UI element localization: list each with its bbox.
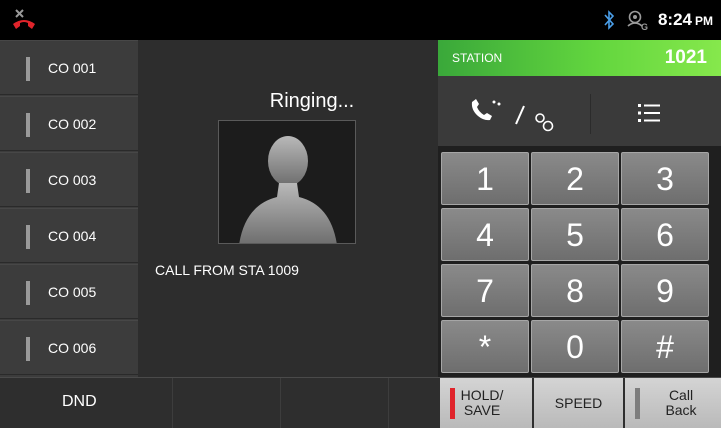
call-display: Ringing... CALL FROM STA 1009 bbox=[138, 40, 438, 377]
call-settings-button[interactable] bbox=[468, 96, 578, 132]
station-label: STATION bbox=[452, 51, 503, 65]
line-status-indicator bbox=[26, 225, 30, 249]
key-2[interactable]: 2 bbox=[531, 152, 619, 205]
co-line-label: CO 002 bbox=[48, 116, 97, 132]
speed-label: SPEED bbox=[554, 395, 603, 411]
co-line-item[interactable]: CO 003 bbox=[0, 152, 138, 207]
co-line-list: CO 001 CO 002 CO 003 CO 004 CO 005 CO 00… bbox=[0, 40, 138, 377]
key-hash[interactable]: # bbox=[621, 320, 709, 373]
station-number: 1021 bbox=[664, 47, 707, 68]
key-4[interactable]: 4 bbox=[441, 208, 529, 261]
line-status-indicator bbox=[26, 113, 30, 137]
speed-dial-button[interactable]: SPEED bbox=[534, 378, 623, 428]
person-silhouette-icon bbox=[239, 136, 337, 243]
clock-ampm: PM bbox=[695, 14, 713, 28]
list-menu-icon[interactable] bbox=[634, 98, 664, 128]
co-line-label: CO 005 bbox=[48, 284, 97, 300]
call-back-indicator bbox=[635, 388, 640, 419]
call-status: Ringing... bbox=[138, 90, 438, 113]
key-5[interactable]: 5 bbox=[531, 208, 619, 261]
hold-indicator bbox=[450, 388, 455, 419]
co-line-item[interactable]: CO 004 bbox=[0, 208, 138, 263]
co-line-item[interactable]: CO 006 bbox=[0, 320, 138, 375]
gears-icon bbox=[535, 113, 554, 132]
hold-save-label: HOLD/ SAVE bbox=[460, 388, 504, 418]
key-6[interactable]: 6 bbox=[621, 208, 709, 261]
divider bbox=[280, 378, 281, 428]
line-status-indicator bbox=[26, 57, 30, 81]
bluetooth-icon bbox=[604, 10, 615, 30]
dnd-button[interactable]: DND bbox=[0, 378, 170, 428]
hold-save-line2: SAVE bbox=[463, 402, 501, 418]
divider bbox=[172, 378, 173, 428]
key-star[interactable]: * bbox=[441, 320, 529, 373]
call-back-line2: Back bbox=[665, 402, 697, 418]
key-3[interactable]: 3 bbox=[621, 152, 709, 205]
key-7[interactable]: 7 bbox=[441, 264, 529, 317]
co-line-label: CO 001 bbox=[48, 60, 97, 76]
line-status-indicator bbox=[26, 281, 30, 305]
line-status-indicator bbox=[26, 169, 30, 193]
caller-avatar bbox=[218, 120, 356, 244]
dialer-panel: STATION 1021 1 2 3 4 5 6 7 8 9 * 0 # bbox=[438, 40, 721, 377]
status-bar: G 8:24 PM bbox=[0, 0, 721, 40]
divider bbox=[590, 94, 591, 134]
dnd-label: DND bbox=[62, 393, 97, 410]
call-back-button[interactable]: Call Back bbox=[625, 378, 721, 428]
call-back-line1: Call bbox=[668, 387, 694, 403]
line-status-indicator bbox=[26, 337, 30, 361]
key-8[interactable]: 8 bbox=[531, 264, 619, 317]
co-line-label: CO 006 bbox=[48, 340, 97, 356]
station-header: STATION 1021 bbox=[438, 40, 721, 76]
hold-save-line1: HOLD/ bbox=[460, 387, 504, 403]
key-0[interactable]: 0 bbox=[531, 320, 619, 373]
key-9[interactable]: 9 bbox=[621, 264, 709, 317]
divider bbox=[388, 378, 389, 428]
call-back-label: Call Back bbox=[651, 388, 711, 418]
clock: 8:24 PM bbox=[658, 10, 713, 30]
dial-keypad: 1 2 3 4 5 6 7 8 9 * 0 # bbox=[441, 152, 719, 377]
co-line-item[interactable]: CO 001 bbox=[0, 40, 138, 95]
co-line-label: CO 004 bbox=[48, 228, 97, 244]
missed-call-icon bbox=[13, 9, 35, 29]
bottom-bar: DND HOLD/ SAVE SPEED Call Back bbox=[0, 377, 721, 428]
svg-text:G: G bbox=[641, 22, 648, 31]
network-settings-icon: G bbox=[627, 10, 648, 31]
co-line-label: CO 003 bbox=[48, 172, 97, 188]
phone-call-icon bbox=[471, 99, 501, 121]
function-row bbox=[438, 76, 721, 148]
clock-time: 8:24 bbox=[657, 10, 692, 29]
call-status-text: Ringing... bbox=[269, 90, 355, 112]
hold-save-button[interactable]: HOLD/ SAVE bbox=[440, 378, 532, 428]
co-line-item[interactable]: CO 002 bbox=[0, 96, 138, 151]
caller-info: CALL FROM STA 1009 bbox=[155, 262, 299, 278]
key-1[interactable]: 1 bbox=[441, 152, 529, 205]
co-line-item[interactable]: CO 005 bbox=[0, 264, 138, 319]
